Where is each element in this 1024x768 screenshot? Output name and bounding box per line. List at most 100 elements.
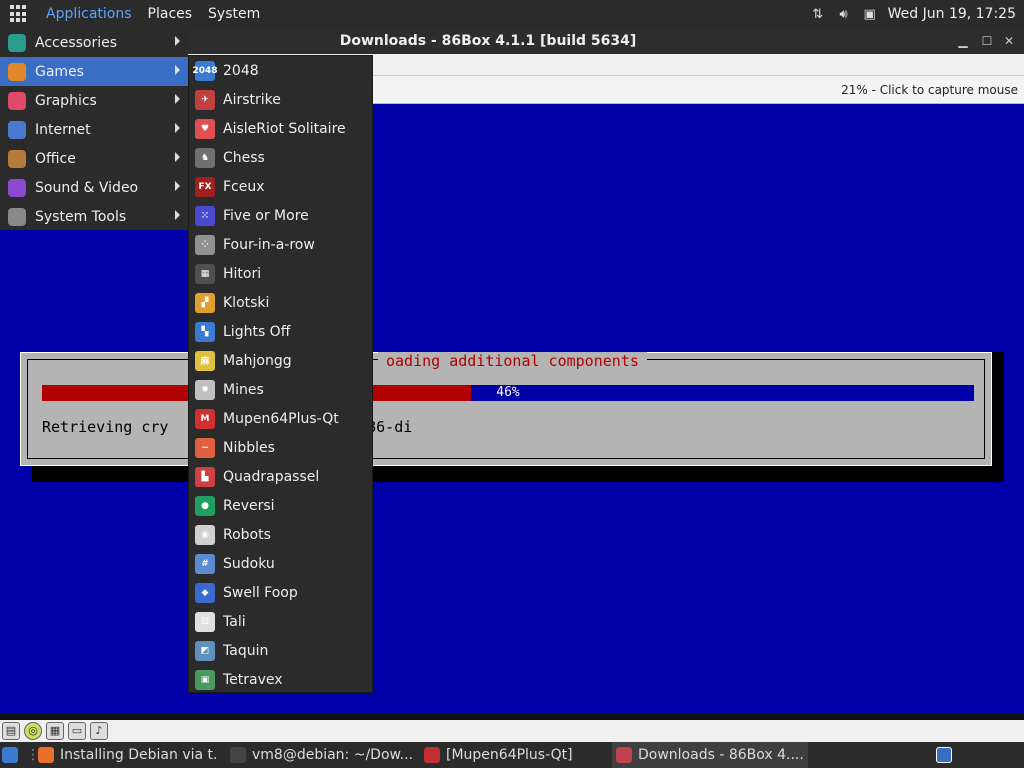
games-menu-item-label: Five or More: [223, 207, 309, 224]
games-menu-item-klotski[interactable]: ▞ Klotski: [189, 288, 372, 317]
apps-menu-item-office[interactable]: Office: [0, 144, 188, 173]
window-titlebar[interactable]: Downloads - 86Box 4.1.1 [build 5634] ▁ ☐…: [188, 28, 1024, 54]
taskbar-item-terminal[interactable]: vm8@debian: ~/Dow...: [230, 742, 412, 768]
apps-menu-item-label: Games: [35, 63, 84, 80]
clock[interactable]: Wed Jun 19, 17:25: [888, 6, 1016, 22]
games-menu-item-taquin[interactable]: ◩ Taquin: [189, 636, 372, 665]
close-button[interactable]: ✕: [1000, 32, 1018, 50]
games-menu-item-2048[interactable]: 2048 2048: [189, 56, 372, 85]
games-menu-item-nibbles[interactable]: ~ Nibbles: [189, 433, 372, 462]
volume-icon[interactable]: 🔊︎: [836, 6, 852, 22]
games-menu-item-five-or-more[interactable]: ⁙ Five or More: [189, 201, 372, 230]
installer-dialog-frame: oading additional components 46% Retriev…: [27, 352, 985, 459]
games-menu-item-mupen64plus-qt[interactable]: M Mupen64Plus-Qt: [189, 404, 372, 433]
hdd-icon[interactable]: ▦: [46, 722, 64, 740]
games-menu-item-label: Sudoku: [223, 555, 275, 572]
games-menu-item-chess[interactable]: ♞ Chess: [189, 143, 372, 172]
notification-icon[interactable]: ▣: [862, 6, 878, 22]
office-icon: [8, 149, 26, 168]
games-menu-item-four-in-a-row[interactable]: ⁘ Four-in-a-row: [189, 230, 372, 259]
games-menu-item-label: Swell Foop: [223, 584, 298, 601]
desktop-icon: [2, 747, 18, 763]
apps-menu-item-label: Office: [35, 150, 76, 167]
klotski-icon: ▞: [195, 292, 215, 313]
taskbar-item-86box[interactable]: Downloads - 86Box 4....: [612, 742, 808, 768]
applications-menu[interactable]: Applications: [38, 0, 140, 28]
games-menu-item-label: Chess: [223, 149, 265, 166]
games-menu-item-label: Fceux: [223, 178, 265, 195]
workspace-icon: [936, 747, 952, 763]
games-menu-item-mahjongg[interactable]: 麻 Mahjongg: [189, 346, 372, 375]
games-menu-item-robots[interactable]: ◉ Robots: [189, 520, 372, 549]
games-menu-item-label: AisleRiot Solitaire: [223, 120, 346, 137]
mahjongg-icon: 麻: [195, 350, 215, 371]
mupen64plus-icon: [424, 747, 440, 763]
apps-menu-item-system-tools[interactable]: System Tools: [0, 202, 188, 231]
games-menu-item-reversi[interactable]: ● Reversi: [189, 491, 372, 520]
minimize-button[interactable]: ▁: [954, 32, 972, 50]
games-menu-item-swell-foop[interactable]: ◆ Swell Foop: [189, 578, 372, 607]
taskbar-handle[interactable]: ⋮: [26, 742, 34, 768]
games-menu-item-label: Hitori: [223, 265, 262, 282]
places-menu[interactable]: Places: [140, 0, 201, 28]
mines-icon: ✹: [195, 379, 215, 400]
capture-status-text[interactable]: 21% - Click to capture mouse: [841, 76, 1018, 104]
nibbles-icon: ~: [195, 437, 215, 458]
games-menu-item-label: Tali: [223, 613, 246, 630]
accessories-icon: [8, 33, 26, 52]
taskbar-item-label: vm8@debian: ~/Dow...: [252, 747, 412, 763]
games-menu-item-tetravex[interactable]: ▣ Tetravex: [189, 665, 372, 694]
apps-menu-item-graphics[interactable]: Graphics: [0, 86, 188, 115]
apps-menu-item-internet[interactable]: Internet: [0, 115, 188, 144]
games-menu-item-label: Taquin: [223, 642, 269, 659]
firefox-icon: [38, 747, 54, 763]
floppy-icon[interactable]: ▤: [2, 722, 20, 740]
games-menu-item-mines[interactable]: ✹ Mines: [189, 375, 372, 404]
games-menu-item-sudoku[interactable]: # Sudoku: [189, 549, 372, 578]
taskbar-item-label: Downloads - 86Box 4....: [638, 747, 804, 763]
workspace-switcher[interactable]: [936, 742, 958, 768]
games-menu-item-label: 2048: [223, 62, 259, 79]
games-menu-item-label: Mahjongg: [223, 352, 292, 369]
maximize-button[interactable]: ☐: [978, 32, 996, 50]
taskbar-item-firefox[interactable]: Installing Debian via t...: [38, 742, 218, 768]
show-desktop-button[interactable]: [2, 742, 24, 768]
taskbar-item-mupen[interactable]: [Mupen64Plus-Qt]: [424, 742, 604, 768]
cdrom-icon[interactable]: ◎: [24, 722, 42, 740]
games-menu-item-aisleriot-solitaire[interactable]: ♥ AisleRiot Solitaire: [189, 114, 372, 143]
tali-icon: ⚄: [195, 611, 215, 632]
aisleriot-icon: ♥: [195, 118, 215, 139]
fceux-icon: FX: [195, 176, 215, 197]
robots-icon: ◉: [195, 524, 215, 545]
games-menu-item-fceux[interactable]: FX Fceux: [189, 172, 372, 201]
apps-menu-item-games[interactable]: Games: [0, 57, 188, 86]
top-panel: Applications Places System ⇅ 🔊︎ ▣ Wed Ju…: [0, 0, 1024, 28]
sudoku-icon: #: [195, 553, 215, 574]
apps-menu-item-label: Sound & Video: [35, 179, 139, 196]
apps-grid-icon[interactable]: [10, 5, 28, 23]
taskbar-item-label: Installing Debian via t...: [60, 747, 218, 763]
submenu-arrow-icon: [175, 65, 180, 75]
games-menu-item-label: Mupen64Plus-Qt: [223, 410, 339, 427]
network-icon[interactable]: ⇅: [810, 6, 826, 22]
games-menu-item-label: Lights Off: [223, 323, 291, 340]
quadrapassel-icon: ▙: [195, 466, 215, 487]
games-menu-item-label: Quadrapassel: [223, 468, 320, 485]
apps-menu-item-accessories[interactable]: Accessories: [0, 28, 188, 57]
games-menu-item-label: Four-in-a-row: [223, 236, 315, 253]
submenu-arrow-icon: [175, 36, 180, 46]
games-menu-item-quadrapassel[interactable]: ▙ Quadrapassel: [189, 462, 372, 491]
games-menu-item-airstrike[interactable]: ✈ Airstrike: [189, 85, 372, 114]
taskbar: ⋮ Installing Debian via t... vm8@debian:…: [0, 742, 1024, 768]
system-menu[interactable]: System: [200, 0, 268, 28]
sound-icon[interactable]: ♪: [90, 722, 108, 740]
network-card-icon[interactable]: ▭: [68, 722, 86, 740]
chess-icon: ♞: [195, 147, 215, 168]
apps-menu-item-sound-video[interactable]: Sound & Video: [0, 173, 188, 202]
games-menu-item-tali[interactable]: ⚄ Tali: [189, 607, 372, 636]
submenu-arrow-icon: [175, 123, 180, 133]
games-menu-item-lights-off[interactable]: ▚ Lights Off: [189, 317, 372, 346]
applications-dropdown: Accessories Games Graphics Internet Office So…: [0, 28, 188, 230]
games-menu-item-hitori[interactable]: ▦ Hitori: [189, 259, 372, 288]
games-menu-item-label: Robots: [223, 526, 271, 543]
